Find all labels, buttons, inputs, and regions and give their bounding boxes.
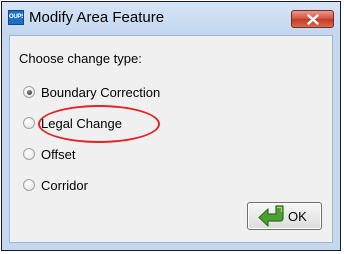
radio-legal-change[interactable]: Legal Change [23,115,122,131]
radio-label: Legal Change [41,115,122,131]
ok-button[interactable]: OK [247,202,322,230]
window-title: Modify Area Feature [29,9,165,26]
radio-button[interactable] [23,148,35,160]
close-icon [307,14,319,25]
close-button[interactable] [291,10,334,28]
radio-offset[interactable]: Offset [23,146,75,162]
radio-label: Offset [41,146,76,162]
radio-corridor[interactable]: Corridor [23,177,88,193]
radio-button[interactable] [23,179,35,191]
radio-button[interactable] [23,117,35,129]
app-icon: OUPS [8,10,24,25]
dialog-body: Choose change type: Boundary Correction … [9,35,333,243]
title-bar[interactable]: OUPS Modify Area Feature [2,2,340,35]
radio-label: Corridor [41,177,88,193]
radio-label: Boundary Correction [41,84,161,100]
radio-boundary-correction[interactable]: Boundary Correction [23,84,160,100]
ok-label: OK [288,209,307,224]
ok-arrow-icon [258,205,284,227]
dialog-window: OUPS Modify Area Feature Choose change t… [1,1,341,251]
change-type-prompt: Choose change type: [19,51,142,66]
radio-button[interactable] [23,86,35,98]
